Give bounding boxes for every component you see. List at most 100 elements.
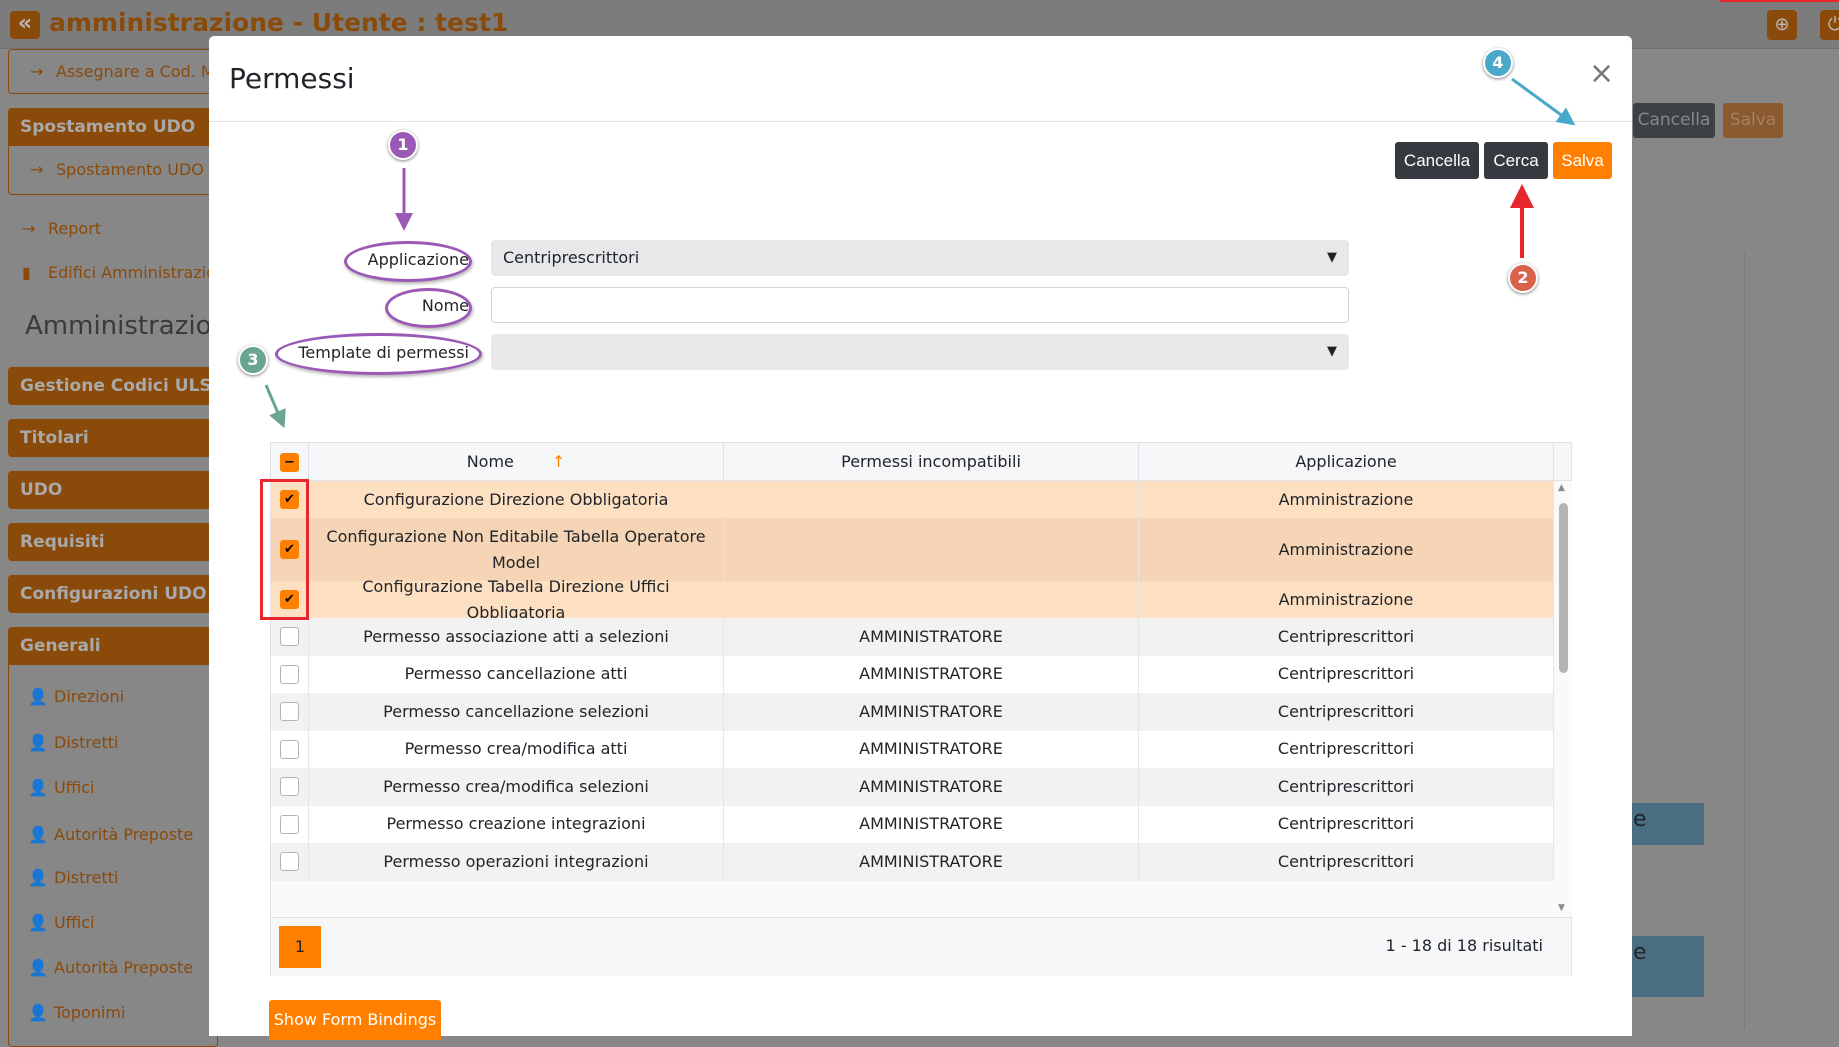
cell-applicazione: Amministrazione [1139,581,1554,618]
table-row[interactable]: Permesso crea/modifica atti AMMINISTRATOR… [271,730,1554,768]
sidebar-item-generali[interactable]: 👤 Autorità Preposte [28,958,193,977]
row-checkbox-cell [271,768,309,806]
sidebar-item-generali[interactable]: 👤 Direzioni [28,687,124,706]
row-checkbox-cell [271,693,309,731]
cell-applicazione: Centriprescrittori [1139,768,1554,806]
column-header-nome[interactable]: Nome ↑ [309,443,724,481]
sidebar-item-generali[interactable]: 👤 Distretti [28,868,118,887]
sort-ascending-icon: ↑ [551,452,566,471]
select-all-checkbox[interactable]: − [280,453,299,472]
template-select[interactable]: ▼ [491,334,1349,370]
sidebar-item-generali[interactable]: 👤 Autorità Preposte [28,825,193,844]
cell-nome: Configurazione Tabella Direzione Uffici … [309,577,724,622]
row-checkbox-cell [271,655,309,693]
cell-incompatibili [724,481,1139,518]
modal-title: Permessi [229,62,355,95]
collapse-sidebar-button[interactable]: « [10,11,40,39]
cell-incompatibili [724,518,1139,581]
search-button[interactable]: Cerca [1484,142,1548,179]
row-checkbox[interactable] [280,702,299,722]
cell-nome: Permesso cancellazione atti [309,655,724,693]
application-select[interactable]: Centriprescrittori ▼ [491,240,1349,276]
sidebar: → Assegnare a Cod. M Spostamento UDO → Spo… [0,49,244,1047]
modal-header-divider [209,121,1632,122]
row-checkbox[interactable] [280,664,299,684]
table-row[interactable]: Permesso crea/modifica selezioni AMMINIST… [271,768,1554,806]
cancel-button[interactable]: Cancella [1395,142,1479,179]
scroll-up-icon[interactable]: ▲ [1558,483,1565,493]
row-checkbox[interactable] [280,739,299,759]
sidebar-item-generali[interactable]: 👤 Uffici [28,778,94,797]
sidebar-item-spostamento[interactable]: → Spostamento UDO [30,160,204,179]
save-button[interactable]: Salva [1553,142,1612,179]
row-checkbox[interactable] [280,814,299,834]
sidebar-section-titolari[interactable]: Titolari [8,419,218,457]
arrow-right-icon: → [30,62,44,81]
show-form-bindings-button[interactable]: Show Form Bindings [269,1000,441,1040]
user-edit-icon: 👤 [28,958,48,977]
user-edit-icon: 👤 [28,1003,48,1022]
cell-incompatibili: AMMINISTRATORE [724,768,1139,806]
row-checkbox[interactable] [280,627,299,647]
select-all-header: − [271,443,309,481]
column-nome-label: Nome [466,452,514,471]
sidebar-item-report[interactable]: → Report [22,219,101,238]
row-checkbox-cell [271,805,309,843]
table-row[interactable]: Permesso operazioni integrazioni AMMINIST… [271,843,1554,881]
table-row[interactable]: Permesso creazione integrazioni AMMINISTR… [271,805,1554,843]
table-footer: 1 1 - 18 di 18 risultati [271,917,1571,976]
globe-icon[interactable]: ⊕ [1767,10,1797,40]
annotation-badge-3: 3 [238,345,268,375]
row-checkbox[interactable] [280,852,299,872]
sidebar-section-udo[interactable]: UDO [8,471,218,509]
annotation-badge-4: 4 [1483,48,1513,78]
arrow-right-icon: → [22,219,36,238]
table-scrollbar[interactable]: ▲ ▼ [1554,481,1572,917]
cell-nome: Configurazione Non Editabile Tabella Ope… [309,518,724,581]
table-row[interactable]: ✔ Configurazione Non Editabile Tabella Op… [271,518,1554,581]
cell-applicazione: Centriprescrittori [1139,843,1554,881]
sidebar-section-gestione[interactable]: Gestione Codici ULSS [8,367,218,405]
table-row[interactable]: ✔ Configurazione Direzione Obbligatoria Am… [271,481,1554,518]
close-icon[interactable]: × [1589,56,1614,91]
user-edit-icon: 👤 [28,733,48,752]
cell-nome: Permesso associazione atti a selezioni [309,618,724,656]
cell-applicazione: Centriprescrittori [1139,693,1554,731]
page-1-button[interactable]: 1 [279,926,321,968]
sidebar-section-configurazioni[interactable]: Configurazioni UDO [8,575,218,613]
column-header-applicazione[interactable]: Applicazione [1139,443,1554,481]
name-input[interactable] [491,287,1349,323]
row-checkbox-cell [271,618,309,656]
cell-incompatibili: AMMINISTRATORE [724,693,1139,731]
cell-incompatibili: AMMINISTRATORE [724,655,1139,693]
sidebar-item-generali[interactable]: 👤 Uffici [28,913,94,932]
annotation-oval-template [275,333,482,375]
user-edit-icon: 👤 [28,825,48,844]
building-icon: ▮ [22,263,31,282]
sidebar-section-requisiti[interactable]: Requisiti [8,523,218,561]
user-edit-icon: 👤 [28,687,48,706]
table-row[interactable]: Permesso cancellazione atti AMMINISTRATOR… [271,655,1554,693]
power-icon[interactable]: ⏻ [1820,10,1839,40]
annotation-badge-2: 2 [1508,263,1538,293]
scrollbar-thumb[interactable] [1559,503,1568,673]
cell-applicazione: Centriprescrittori [1139,730,1554,768]
sidebar-item-generali[interactable]: 👤 Toponimi [28,1003,125,1022]
table-row[interactable]: Permesso cancellazione selezioni AMMINIST… [271,693,1554,731]
row-checkbox[interactable] [280,777,299,797]
background-panel-border [1744,252,1745,1029]
annotation-oval-nome [385,288,472,328]
scroll-down-icon[interactable]: ▼ [1558,903,1565,913]
sidebar-item-edifici[interactable]: ▮ Edifici Amministrazioni [22,263,230,282]
permessi-modal: Permessi × Cancella Cerca Salva Applicaz… [209,36,1632,1040]
sidebar-item-generali[interactable]: 👤 Distretti [28,733,118,752]
sidebar-item-assign[interactable]: → Assegnare a Cod. M [30,62,215,81]
cell-incompatibili [724,581,1139,618]
table-row[interactable]: Permesso associazione atti a selezioni AM… [271,618,1554,656]
column-header-incompatibili[interactable]: Permessi incompatibili [724,443,1139,481]
sidebar-box-spostamento [8,108,218,195]
cell-applicazione: Amministrazione [1139,518,1554,581]
cell-applicazione: Centriprescrittori [1139,655,1554,693]
cell-incompatibili: AMMINISTRATORE [724,843,1139,881]
table-row[interactable]: ✔ Configurazione Tabella Direzione Uffici… [271,577,1554,622]
